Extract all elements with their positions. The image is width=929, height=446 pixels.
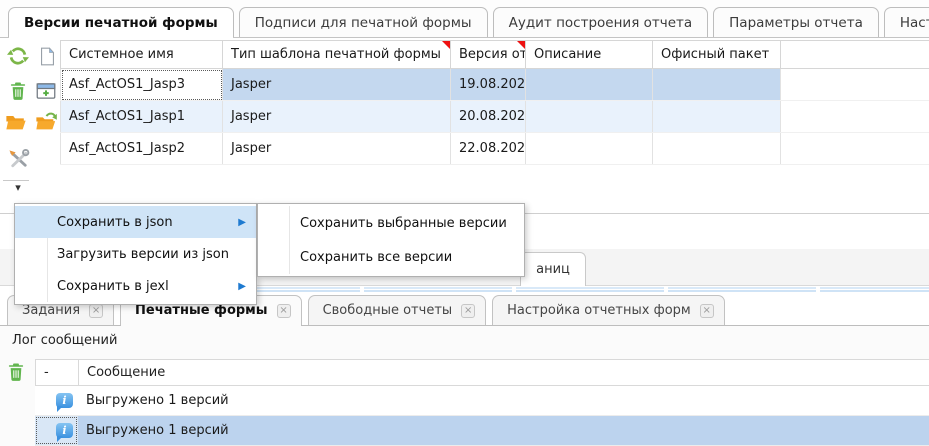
log-title: Лог сообщений (12, 333, 117, 348)
menu-item-label: Загрузить версии из json (57, 247, 229, 262)
tab-print-form-signatures[interactable]: Подписи для печатной формы (239, 7, 488, 37)
add-template-button[interactable] (33, 80, 59, 106)
wrench-hammer-icon (7, 148, 30, 175)
refresh-icon (7, 45, 29, 71)
table-row[interactable]: Asf_ActOS1_Jasp2 Jasper 22.08.2024 (61, 133, 929, 165)
table-row[interactable]: Asf_ActOS1_Jasp1 Jasper 20.08.2024 (61, 101, 929, 133)
submenu-item-save-selected-versions[interactable]: Сохранить выбранные версии (258, 206, 524, 240)
trash-icon (8, 80, 28, 106)
tab-label: Печатные формы (135, 303, 268, 318)
window-plus-icon (35, 81, 57, 105)
delete-version-button[interactable] (5, 80, 31, 106)
log-col-message[interactable]: Сообщение (79, 360, 929, 385)
cell-filler (781, 101, 929, 133)
new-version-button[interactable] (34, 45, 60, 71)
menu-item-load-versions-json[interactable]: Загрузить версии из json (15, 238, 256, 270)
menu-item-label: Сохранить выбранные версии (300, 216, 507, 231)
cell-template-type[interactable]: Jasper (223, 101, 451, 133)
refresh-button[interactable] (5, 45, 31, 71)
cell-office-suite[interactable] (653, 101, 781, 133)
log-row[interactable]: i Выгружено 1 версий (35, 386, 929, 416)
tab-report-forms-settings[interactable]: Настройка отчетных форм × (492, 295, 725, 325)
cell-office-suite[interactable] (653, 69, 781, 101)
cell-office-suite[interactable] (653, 133, 781, 165)
cell-filler (781, 69, 929, 101)
close-icon[interactable]: × (89, 304, 103, 318)
cell-system-name[interactable]: Asf_ActOS1_Jasp3 (61, 69, 223, 101)
cell-version-date[interactable]: 22.08.2024 (451, 133, 526, 165)
message-log-panel: Лог сообщений - Сообщение i Выгружено 1 … (0, 326, 929, 446)
tools-button[interactable] (5, 148, 31, 174)
close-icon[interactable]: × (277, 304, 291, 318)
tab-pages-fragment[interactable]: аниц (520, 252, 586, 286)
dropdown-arrow-icon: ▾ (15, 183, 21, 193)
close-icon[interactable]: × (700, 304, 714, 318)
col-header-version-date[interactable]: Версия от (451, 41, 526, 69)
submenu-item-save-all-versions[interactable]: Сохранить все версии (258, 240, 524, 274)
versions-toolbar: ▾ (0, 38, 60, 213)
trash-icon (6, 361, 26, 387)
cell-version-date[interactable]: 20.08.2024 (451, 101, 526, 133)
log-col-type[interactable]: - (36, 360, 79, 385)
table-row[interactable]: Asf_ActOS1_Jasp3 Jasper 19.08.2024 (61, 69, 929, 101)
tab-label: Задания (22, 303, 80, 318)
tab-print-form-versions[interactable]: Версии печатной формы (8, 7, 234, 37)
tab-report-build-audit[interactable]: Аудит построения отчета (493, 7, 709, 37)
log-row[interactable]: i Выгружено 1 версий (35, 416, 929, 446)
open-versions-button[interactable] (3, 111, 29, 137)
col-header-office-suite[interactable]: Офисный пакет (653, 41, 781, 69)
cell-filler (781, 133, 929, 165)
app-window: Версии печатной формы Подписи для печатн… (0, 0, 929, 446)
cell-description[interactable] (526, 101, 653, 133)
cell-template-type[interactable]: Jasper (223, 69, 451, 101)
tab-free-reports[interactable]: Свободные отчеты × (308, 295, 487, 325)
menu-item-label: Сохранить в jexl (57, 279, 169, 294)
save-json-submenu: Сохранить выбранные версии Сохранить все… (257, 203, 525, 277)
submenu-arrow-icon: ▶ (238, 281, 246, 292)
log-message: Выгружено 1 версий (78, 416, 929, 445)
info-icon: i (56, 393, 73, 408)
cell-description[interactable] (526, 133, 653, 165)
tab-settings-clipped[interactable]: Настройка в (884, 7, 929, 37)
menu-item-label: Сохранить все версии (300, 250, 452, 265)
log-table: - Сообщение i Выгружено 1 версий i Выгру… (35, 359, 929, 446)
menu-item-label: Сохранить в json (57, 215, 173, 230)
col-header-template-type[interactable]: Тип шаблона печатной формы (223, 41, 451, 69)
menu-item-save-jexl[interactable]: Сохранить в jexl ▶ (15, 270, 256, 302)
top-tab-bar: Версии печатной формы Подписи для печатн… (0, 0, 929, 38)
col-header-system-name[interactable]: Системное имя (61, 41, 223, 69)
submenu-arrow-icon: ▶ (238, 217, 246, 228)
folder-export-icon (34, 111, 58, 137)
versions-table: Системное имя Тип шаблона печатной формы… (60, 40, 929, 165)
folder-open-icon (4, 111, 28, 137)
cell-description[interactable] (526, 69, 653, 101)
cell-system-name[interactable]: Asf_ActOS1_Jasp2 (61, 133, 223, 165)
export-versions-button[interactable] (33, 111, 59, 137)
table-header-row: Системное имя Тип шаблона печатной формы… (61, 41, 929, 69)
log-header-row: - Сообщение (35, 359, 929, 386)
tab-label: Свободные отчеты (323, 303, 453, 318)
col-header-description[interactable]: Описание (526, 41, 653, 69)
info-icon: i (56, 423, 73, 438)
cell-system-name[interactable]: Asf_ActOS1_Jasp1 (61, 101, 223, 133)
cell-template-type[interactable]: Jasper (223, 133, 451, 165)
tab-report-parameters[interactable]: Параметры отчета (713, 7, 879, 37)
context-menu: Сохранить в json ▶ Загрузить версии из j… (14, 203, 257, 305)
menu-item-save-json[interactable]: Сохранить в json ▶ (15, 206, 256, 238)
more-actions-button[interactable]: ▾ (5, 181, 31, 195)
col-header-filler (781, 41, 929, 69)
tab-label: Настройка отчетных форм (507, 303, 691, 318)
close-icon[interactable]: × (461, 304, 475, 318)
cell-version-date[interactable]: 19.08.2024 (451, 69, 526, 101)
log-message: Выгружено 1 версий (78, 386, 929, 415)
clear-log-button[interactable] (4, 361, 28, 387)
new-document-icon (38, 46, 57, 71)
